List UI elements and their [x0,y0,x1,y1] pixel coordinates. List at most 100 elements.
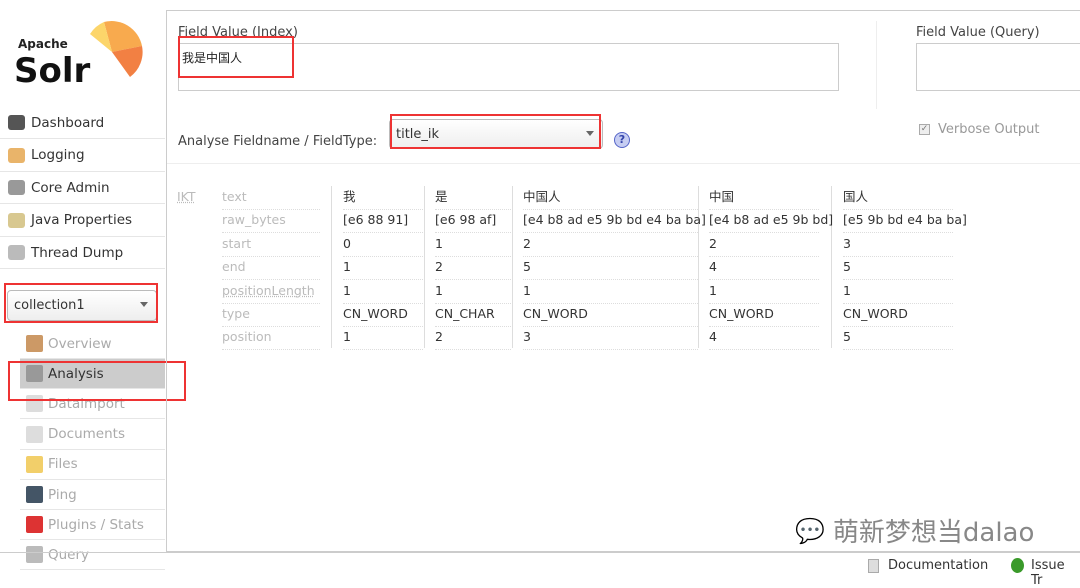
token-type: CN_WORD [843,304,953,327]
issue-tracker-link[interactable]: Issue Tr [1031,558,1080,588]
token-text: 是 [435,187,511,210]
sidebar-item-label: Logging [31,147,85,163]
column-separator [331,186,332,348]
analyzer-name[interactable]: IKT [177,189,196,204]
token-position: 1 [343,327,423,351]
thread-dump-icon [8,245,25,260]
svg-text:Apache: Apache [18,37,68,51]
dashboard-icon [8,115,25,130]
fieldtype-label: Analyse Fieldname / FieldType: [178,134,378,149]
token-positionlength: 1 [843,281,953,304]
divider [167,163,1080,164]
highlight-box [8,361,186,401]
highlight-box [4,283,158,323]
token-text: 我 [343,187,423,210]
token-type: CN_WORD [709,304,819,327]
sidebar-item-label: Core Admin [31,179,110,196]
sidebar-item-label: Dashboard [31,114,105,131]
verbose-label: Verbose Output [938,122,1040,137]
sidebar-item-logging[interactable]: Logging [0,140,165,172]
token-positionlength: 1 [343,281,423,304]
token-start: 2 [709,234,819,257]
core-item-overview[interactable]: Overview [20,329,165,359]
highlight-box [390,114,601,149]
core-item-label: Overview [48,335,112,352]
sidebar-item-dashboard[interactable]: Dashboard [0,107,165,139]
column-separator [698,186,699,348]
help-icon[interactable]: ? [614,132,630,148]
documentation-link[interactable]: Documentation [888,558,988,573]
token-text: 国人 [843,187,953,210]
token-type: CN_CHAR [435,304,511,327]
token-raw_bytes: [e6 98 af] [435,210,511,234]
sidebar-item-label: Thread Dump [31,244,124,261]
core-item-documents[interactable]: Documents [20,420,165,450]
core-item-ping[interactable]: Ping [20,480,165,510]
token-start: 3 [843,234,953,257]
core-item-label: Ping [48,486,77,503]
documents-icon [26,425,43,443]
ping-icon [26,486,43,503]
token-text: 中国 [709,187,819,210]
core-item-label: Plugins / Stats [48,516,144,533]
wechat-icon: 💬 [795,516,825,545]
token-position: 4 [709,327,819,351]
sidebar-item-java-properties[interactable]: Java Properties [0,205,165,237]
document-icon [868,559,879,573]
solr-logo[interactable]: Apache Solr [14,20,149,91]
row-label-positionLength: positionLength [222,281,320,304]
token-raw_bytes: [e6 88 91] [343,210,423,234]
token-start: 0 [343,234,423,257]
token-position: 3 [523,327,698,351]
token-raw_bytes: [e4 b8 ad e5 9b bd] [709,210,833,234]
core-item-label: Files [48,456,78,473]
highlight-box [178,36,294,78]
watermark-text: 萌新梦想当dalao [832,518,1035,548]
token-start: 1 [435,234,511,257]
logging-icon [8,147,25,163]
token-type: CN_WORD [343,304,423,327]
sidebar-item-core-admin[interactable]: Core Admin [0,172,165,204]
sun-rays [90,21,143,77]
token-positionlength: 1 [523,281,698,304]
home-icon [26,335,43,352]
row-label-text: text [222,187,320,210]
core-item-label: Documents [48,426,125,443]
row-label-position: position [222,327,320,351]
query-value-input[interactable] [916,43,1080,91]
token-end: 5 [843,257,953,281]
row-label-end: end [222,257,320,281]
token-start: 2 [523,234,698,257]
token-end: 4 [709,257,819,281]
folder-icon [26,455,43,473]
token-end: 5 [523,257,698,281]
java-properties-icon [8,212,25,228]
watermark: 💬 萌新梦想当dalao [795,512,1034,549]
token-position: 2 [435,327,511,351]
token-positionlength: 1 [435,281,511,304]
row-label-start: start [222,234,320,257]
token-end: 2 [435,257,511,281]
token-position: 5 [843,327,953,351]
svg-text:Solr: Solr [14,51,91,90]
core-admin-icon [8,180,25,195]
token-raw_bytes: [e4 b8 ad e5 9b bd e4 ba ba] [523,210,706,234]
row-label-type: type [222,304,320,327]
footer: Documentation Issue Tr [0,552,1080,588]
core-item-files[interactable]: Files [20,450,165,480]
token-text: 中国人 [523,187,698,210]
token-raw_bytes: [e5 9b bd e4 ba ba] [843,210,967,234]
row-label-raw_bytes: raw_bytes [222,210,320,234]
query-label: Field Value (Query) [916,25,1040,40]
divider [876,21,877,109]
token-end: 1 [343,257,423,281]
verbose-checkbox[interactable]: ✓ [919,124,930,135]
token-positionlength: 1 [709,281,819,304]
sidebar-item-label: Java Properties [31,212,133,228]
token-type: CN_WORD [523,304,698,327]
column-separator [424,186,425,348]
sidebar-item-thread-dump[interactable]: Thread Dump [0,237,165,269]
core-item-plugins-stats[interactable]: Plugins / Stats [20,510,165,541]
bug-icon [1011,558,1024,573]
plugins-icon [26,516,43,534]
